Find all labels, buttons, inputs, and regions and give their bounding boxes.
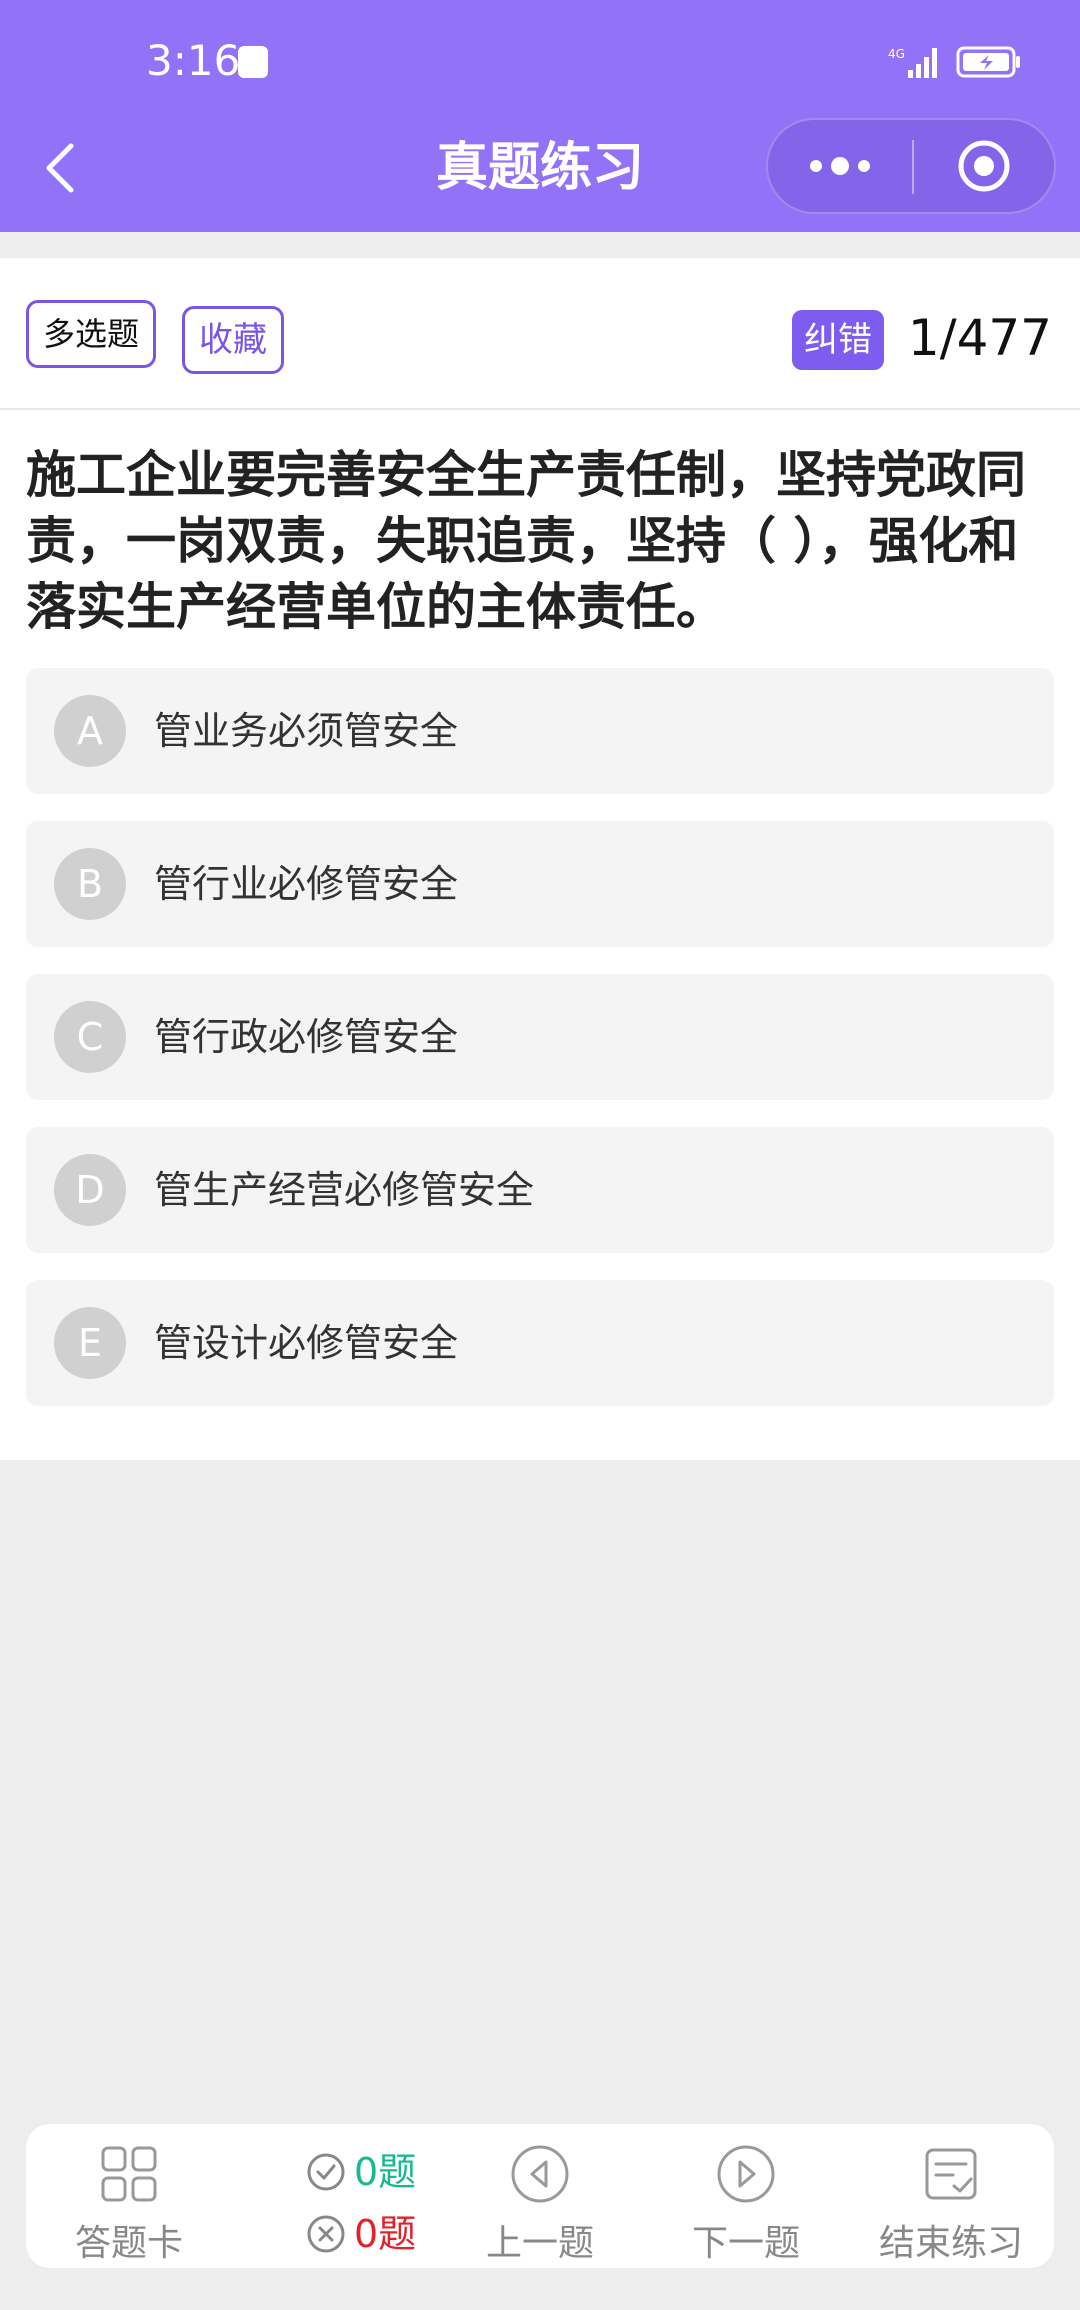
prev-circle-icon (511, 2145, 569, 2203)
check-circle-icon (307, 2153, 345, 2191)
option-a[interactable]: A 管业务必须管安全 (26, 668, 1054, 794)
option-letter: B (54, 848, 126, 920)
option-b[interactable]: B 管行业必修管安全 (26, 821, 1054, 947)
next-circle-icon (717, 2145, 775, 2203)
option-letter: D (54, 1154, 126, 1226)
bottom-toolbar: 答题卡 0题 0题 上一题 下一题 结束练习 (26, 2124, 1054, 2268)
answer-card-label: 答题卡 (74, 2223, 183, 2264)
question-tag-row: 多选题 收藏 纠错 1/477 (0, 258, 1080, 410)
wrong-count-text: 0题 (354, 2212, 417, 2256)
option-text: 管生产经营必修管安全 (154, 1168, 535, 1212)
svg-text:4G: 4G (888, 47, 905, 61)
question-text: 施工企业要完善安全生产责任制，坚持党政同责，一岗双责，失职追责，坚持（ ），强化… (26, 446, 1026, 636)
next-question-button[interactable]: 下一题 (643, 2124, 849, 2268)
status-bar: 3:16 4G (0, 0, 1080, 120)
option-text: 管行业必修管安全 (154, 862, 459, 906)
option-letter: A (54, 695, 126, 767)
x-circle-icon (307, 2215, 345, 2253)
mini-program-capsule (766, 118, 1056, 214)
correct-count: 0题 (282, 2144, 442, 2200)
question-type-tag: 多选题 (26, 300, 157, 368)
status-time: 3:16 (146, 36, 241, 85)
close-mini-program-button[interactable] (914, 120, 1054, 212)
option-text: 管业务必须管安全 (154, 709, 459, 753)
option-letter: E (54, 1307, 126, 1379)
finish-practice-button[interactable]: 结束练习 (848, 2124, 1054, 2268)
favorite-button[interactable]: 收藏 (182, 306, 284, 374)
question-card: 多选题 收藏 纠错 1/477 施工企业要完善安全生产责任制，坚持党政同责，一岗… (0, 258, 1080, 1460)
option-letter: C (54, 1001, 126, 1073)
option-text: 管设计必修管安全 (154, 1321, 459, 1365)
next-question-label: 下一题 (691, 2223, 800, 2264)
answer-card-button[interactable]: 答题卡 (26, 2124, 232, 2268)
option-d[interactable]: D 管生产经营必修管安全 (26, 1127, 1054, 1253)
signal-icon: 4G (888, 47, 937, 78)
more-button[interactable] (768, 120, 912, 212)
battery-icon (956, 46, 1020, 78)
option-c[interactable]: C 管行政必修管安全 (26, 974, 1054, 1100)
grid-icon (101, 2146, 157, 2202)
header-bar: 3:16 4G 真题练习 (0, 0, 1080, 232)
wrong-count: 0题 (282, 2206, 442, 2262)
checklist-icon (925, 2148, 977, 2200)
question-counter: 1/477 (907, 309, 1052, 367)
option-text: 管行政必修管安全 (154, 1015, 459, 1059)
app-notification-icon (238, 46, 268, 78)
prev-question-button[interactable]: 上一题 (437, 2124, 643, 2268)
report-error-button[interactable]: 纠错 (792, 310, 884, 370)
prev-question-label: 上一题 (485, 2223, 594, 2264)
correct-count-text: 0题 (354, 2150, 417, 2194)
option-e[interactable]: E 管设计必修管安全 (26, 1280, 1054, 1406)
more-dots-icon (810, 157, 870, 175)
target-close-icon (958, 140, 1010, 192)
finish-practice-label: 结束练习 (878, 2223, 1023, 2264)
